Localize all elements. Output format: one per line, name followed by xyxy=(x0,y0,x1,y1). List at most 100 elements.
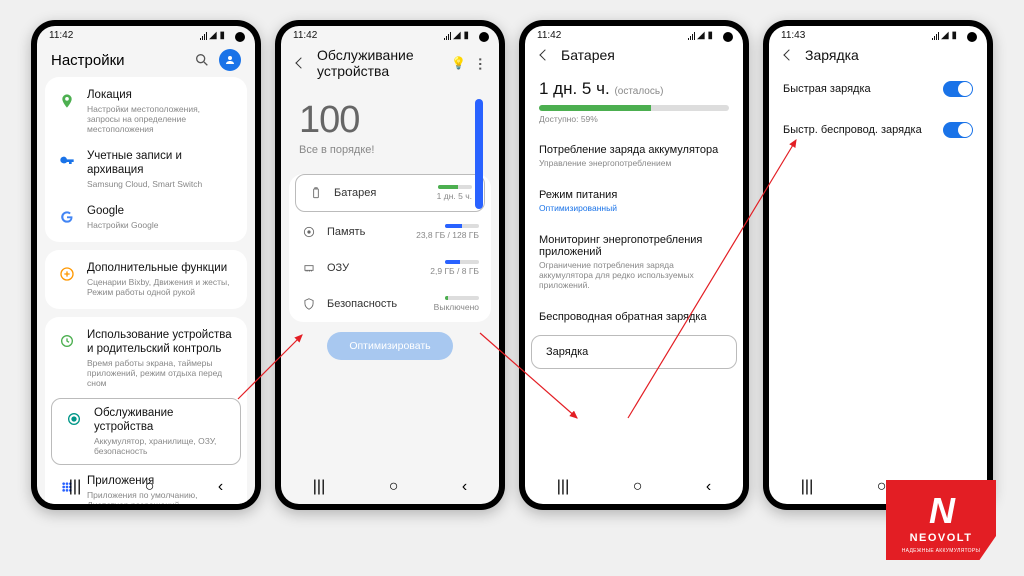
settings-row-care[interactable]: Обслуживание устройстваАккумулятор, хран… xyxy=(51,398,241,465)
battery-item[interactable]: Зарядка xyxy=(531,335,737,369)
row-subtitle: Samsung Cloud, Smart Switch xyxy=(87,179,235,189)
item-subtitle: Управление энергопотреблением xyxy=(539,158,729,168)
ram-icon xyxy=(301,260,317,276)
nav-home[interactable]: ○ xyxy=(877,478,887,496)
status-time: 11:42 xyxy=(293,30,317,41)
score-subtitle: Все в порядке! xyxy=(299,144,481,156)
item-title: Беспроводная обратная зарядка xyxy=(539,311,729,323)
page-title: Настройки xyxy=(51,52,125,69)
device-care-header: Обслуживание устройства 💡 ⋯ xyxy=(281,43,499,85)
nav-recent[interactable]: ||| xyxy=(801,478,813,496)
nav-recent[interactable]: ||| xyxy=(69,478,81,496)
status-icons: ◢ ▮ xyxy=(932,30,957,41)
toggle-row[interactable]: Быстр. беспровод. зарядка xyxy=(769,110,987,150)
battery-header: Батарея xyxy=(525,43,743,69)
status-icons: ◢ ▮ xyxy=(688,30,713,41)
nav-recent[interactable]: ||| xyxy=(557,478,569,496)
toggle-row[interactable]: Быстрая зарядка xyxy=(769,69,987,109)
toggle-label: Быстр. беспровод. зарядка xyxy=(783,124,922,136)
optimize-button[interactable]: Оптимизировать xyxy=(327,332,452,360)
usage-bar xyxy=(445,224,479,228)
google-icon xyxy=(57,207,77,227)
toggle-switch[interactable] xyxy=(943,81,973,97)
status-bar: 11:42 ◢ ▮ xyxy=(525,26,743,43)
usage-bar xyxy=(445,296,479,300)
status-bar: 11:42 ◢ ▮ xyxy=(37,26,255,43)
item-title: Мониторинг энергопотребления приложений xyxy=(539,234,729,258)
item-title: Потребление заряда аккумулятора xyxy=(539,144,729,156)
time-remaining: 1 дн. 5 ч. xyxy=(539,79,610,98)
row-subtitle: Настройки Google xyxy=(87,220,235,230)
device-care-row-ram[interactable]: ОЗУ 2,9 ГБ / 8 ГБ xyxy=(289,250,491,286)
battery-item[interactable]: Режим питанияОптимизированный xyxy=(525,179,743,223)
row-title: Учетные записи и архивация xyxy=(87,150,235,178)
status-time: 11:42 xyxy=(49,30,73,41)
brand-name: NEOVOLT xyxy=(886,532,996,544)
row-value: Выключено xyxy=(434,302,479,312)
row-title: Использование устройства и родительский … xyxy=(87,329,235,357)
nav-recent[interactable]: ||| xyxy=(313,478,325,496)
phone-4: 11:43 ◢ ▮ Зарядка Быстрая зарядка Быстр. … xyxy=(763,20,993,510)
time-remaining-label: (осталось) xyxy=(614,86,663,97)
settings-row-location[interactable]: ЛокацияНастройки местоположения, запросы… xyxy=(45,81,247,142)
device-care-row-battery[interactable]: Батарея1 дн. 5 ч. xyxy=(295,174,485,212)
brand-logo: N NEOVOLT НАДЕЖНЫЕ АККУМУЛЯТОРЫ xyxy=(886,480,996,560)
nav-home[interactable]: ○ xyxy=(633,478,643,496)
score-value: 100 xyxy=(299,99,481,142)
care-icon xyxy=(64,409,84,429)
brand-tagline: НАДЕЖНЫЕ АККУМУЛЯТОРЫ xyxy=(886,548,996,554)
row-label: ОЗУ xyxy=(327,262,419,274)
phone-2: 11:42 ◢ ▮ Обслуживание устройства 💡 ⋯ 10… xyxy=(275,20,505,510)
row-value: 2,9 ГБ / 8 ГБ xyxy=(430,266,479,276)
back-icon[interactable] xyxy=(537,47,553,63)
settings-row-google[interactable]: GoogleНастройки Google xyxy=(45,197,247,238)
status-bar: 11:42 ◢ ▮ xyxy=(281,26,499,43)
item-subtitle: Оптимизированный xyxy=(539,203,729,213)
battery-item[interactable]: Мониторинг энергопотребления приложенийО… xyxy=(525,224,743,300)
phone-3: 11:42 ◢ ▮ Батарея 1 дн. 5 ч. (осталось) … xyxy=(519,20,749,510)
camera-hole xyxy=(967,32,977,42)
nav-home[interactable]: ○ xyxy=(145,478,155,496)
row-subtitle: Настройки местоположения, запросы на опр… xyxy=(87,104,235,135)
nav-bar: ||| ○ ‹ xyxy=(525,474,743,500)
avatar[interactable] xyxy=(219,49,241,71)
page-title: Батарея xyxy=(561,47,731,63)
search-icon[interactable] xyxy=(191,49,213,71)
item-subtitle: Ограничение потребления заряда аккумулят… xyxy=(539,260,729,290)
charging-header: Зарядка xyxy=(769,43,987,69)
settings-row-wellbeing[interactable]: Использование устройства и родительский … xyxy=(45,321,247,396)
nav-back[interactable]: ‹ xyxy=(218,478,223,496)
item-title: Зарядка xyxy=(546,346,722,358)
security-icon xyxy=(301,296,317,312)
back-icon[interactable] xyxy=(293,55,309,71)
score-block: 100 Все в порядке! xyxy=(281,85,499,166)
status-bar: 11:43 ◢ ▮ xyxy=(769,26,987,43)
device-care-row-storage[interactable]: Память23,8 ГБ / 128 ГБ xyxy=(289,214,491,250)
score-bar xyxy=(475,99,483,209)
settings-row-plus[interactable]: Дополнительные функцииСценарии Bixby, Дв… xyxy=(45,254,247,305)
nav-back[interactable]: ‹ xyxy=(462,478,467,496)
status-time: 11:43 xyxy=(781,30,805,41)
device-care-row-security[interactable]: БезопасностьВыключено xyxy=(289,286,491,322)
key-icon xyxy=(57,152,77,172)
battery-item[interactable]: Потребление заряда аккумулятора Управлени… xyxy=(525,134,743,178)
row-title: Google xyxy=(87,205,235,219)
nav-home[interactable]: ○ xyxy=(389,478,399,496)
row-title: Обслуживание устройства xyxy=(94,407,228,435)
toggle-label: Быстрая зарядка xyxy=(783,83,871,95)
settings-row-key[interactable]: Учетные записи и архивацияSamsung Cloud,… xyxy=(45,142,247,197)
settings-header: Настройки xyxy=(37,43,255,77)
battery-item[interactable]: Беспроводная обратная зарядка xyxy=(525,301,743,333)
row-subtitle: Аккумулятор, хранилище, ОЗУ, безопасност… xyxy=(94,436,228,456)
toggle-switch[interactable] xyxy=(943,122,973,138)
back-icon[interactable] xyxy=(781,47,797,63)
more-icon[interactable]: ⋯ xyxy=(472,57,489,70)
storage-icon xyxy=(301,224,317,240)
page-title: Зарядка xyxy=(805,47,975,63)
bulb-icon[interactable]: 💡 xyxy=(451,56,466,70)
logo-mark-icon: N xyxy=(929,490,953,532)
row-subtitle: Время работы экрана, таймеры приложений,… xyxy=(87,358,235,389)
status-icons: ◢ ▮ xyxy=(444,30,469,41)
page-title: Обслуживание устройства xyxy=(317,47,443,79)
nav-back[interactable]: ‹ xyxy=(706,478,711,496)
